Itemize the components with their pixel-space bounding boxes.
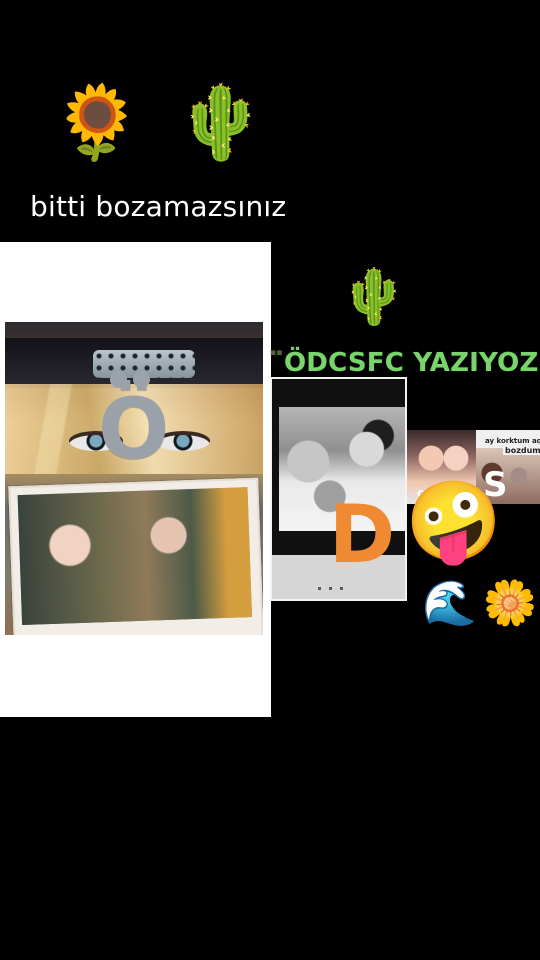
daisy-icon: 🌼 bbox=[482, 578, 538, 629]
cactus-icon: 🌵 bbox=[175, 80, 266, 164]
left-image-panel: Ö bbox=[0, 242, 271, 717]
gallery-control-dot bbox=[329, 587, 332, 590]
gallery-controls bbox=[318, 587, 343, 590]
green-caption-text: ÖDCSFC YAZIYOZ bbox=[284, 348, 539, 378]
overlay-letter-d: D bbox=[328, 488, 396, 581]
collage-text-line-2: bozdum bbox=[503, 446, 540, 455]
header-emoji-row: 🌻 🌵 bbox=[52, 86, 265, 158]
gallery-control-dot bbox=[318, 587, 321, 590]
overlay-letter-o: Ö bbox=[98, 380, 170, 478]
photo-frame bbox=[8, 477, 263, 635]
cactus-icon: 🌵 bbox=[340, 265, 408, 328]
sunflower-icon: 🌻 bbox=[52, 80, 142, 164]
group-photo bbox=[17, 487, 252, 626]
collage-text-line-1: ay korktum aqla bbox=[485, 437, 540, 445]
story-caption: bitti bozamazsınız bbox=[30, 190, 287, 223]
gallery-control-dot bbox=[340, 587, 343, 590]
right-emoji-row: 😈 🌵 bbox=[270, 270, 408, 324]
bottom-emoji-row: 🌊 🌼 bbox=[422, 582, 538, 626]
zany-face-icon: 🤪 bbox=[405, 477, 503, 567]
wave-icon: 🌊 bbox=[422, 578, 477, 629]
devil-face-icon: 😈 bbox=[270, 265, 327, 328]
green-caption-prefix: ▪▪ bbox=[270, 348, 283, 358]
story-screen: 🌻 🌵 bitti bozamazsınız Ö 😈 🌵 ▪▪ ÖDCSFC Y… bbox=[0, 0, 540, 960]
left-artwork bbox=[5, 322, 263, 635]
